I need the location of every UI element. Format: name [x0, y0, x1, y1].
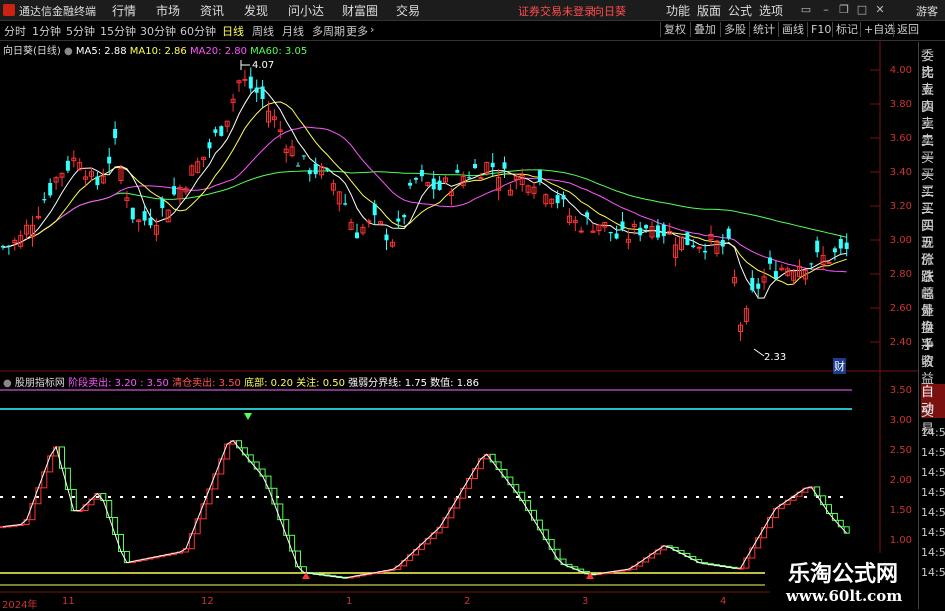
close-icon[interactable]: ✕	[874, 3, 886, 16]
watermark-url: www.60lt.com	[786, 587, 903, 605]
trade-time: 14:56	[921, 426, 945, 439]
minimize-icon[interactable]: –	[820, 3, 832, 16]
x-tick: 1	[346, 596, 353, 607]
period-monthly[interactable]: 月线	[282, 23, 304, 39]
menu-news[interactable]: 资讯	[200, 2, 224, 19]
app-logo-icon	[3, 4, 15, 16]
indicator-legend: ● 股朋指标网 阶段卖出: 3.20 : 3.50 清仓卖出: 3.50 底部:…	[3, 374, 479, 389]
watermark: 乐淘公式网 www.60lt.com	[770, 553, 918, 609]
period-toolbar: 分时 1分钟 5分钟 15分钟 30分钟 60分钟 日线 周线 月线 多周期 更…	[0, 21, 945, 41]
y-tick: 2.40	[889, 337, 912, 348]
btn-f10[interactable]: F10	[807, 22, 834, 37]
period-60min[interactable]: 60分钟	[180, 23, 216, 39]
indicator-name: 股朋指标网	[14, 378, 65, 389]
btn-mark[interactable]: 标记	[832, 22, 861, 37]
x-tick: 12	[201, 596, 214, 607]
legend-dot-icon: ●	[3, 378, 12, 389]
btn-multistock[interactable]: 多股	[720, 22, 749, 37]
btn-adjust[interactable]: 复权	[660, 22, 689, 37]
x-tick: 2	[464, 596, 471, 607]
period-5min[interactable]: 5分钟	[66, 23, 95, 39]
menu-market[interactable]: 市场	[156, 2, 180, 19]
y-tick: 2.60	[889, 303, 912, 314]
menu-ask[interactable]: 问小达	[288, 2, 324, 19]
btn-overlay[interactable]: 叠加	[690, 22, 719, 37]
ind-y-tick: 3.00	[889, 415, 912, 426]
sell-signal-icon	[244, 413, 252, 420]
ind-y-tick: 1.50	[889, 505, 912, 516]
top-menu-bar: 通达信金融终端 行情 市场 资讯 发现 问小达 财富圈 交易 证券交易未登录 向…	[0, 0, 945, 21]
menu-options[interactable]: 选项	[759, 2, 783, 19]
login-status[interactable]: 证券交易未登录	[518, 3, 595, 19]
menu-formula[interactable]: 公式	[728, 2, 752, 19]
period-timeshare[interactable]: 分时	[4, 23, 26, 39]
param-value: 数值: 1.86	[430, 378, 479, 389]
ma20-line	[2, 126, 847, 273]
x-tick: 3	[582, 596, 589, 607]
skin-icon[interactable]: ▭	[800, 3, 812, 16]
trade-time: 14:56	[921, 526, 945, 539]
y-tick: 3.80	[889, 99, 912, 110]
period-15min[interactable]: 15分钟	[100, 23, 136, 39]
more-chevron-icon[interactable]: ›	[370, 23, 374, 36]
low-label: 2.33	[764, 352, 786, 363]
period-multi[interactable]: 多周期	[312, 23, 345, 39]
menu-quotes[interactable]: 行情	[112, 2, 136, 19]
trade-time: 14:56	[921, 546, 945, 559]
param-clear-sell: 清仓卖出: 3.50	[172, 378, 241, 389]
user-guest[interactable]: 游客	[916, 3, 938, 19]
param-divider: 强弱分界线: 1.75	[348, 378, 427, 389]
app-title: 通达信金融终端	[19, 5, 96, 18]
indicator-bars	[0, 440, 850, 579]
trade-time: 14:56	[921, 446, 945, 459]
btn-draw[interactable]: 画线	[778, 22, 807, 37]
btn-stats[interactable]: 统计	[749, 22, 778, 37]
maximize-icon[interactable]: □	[856, 3, 868, 16]
period-30min[interactable]: 30分钟	[140, 23, 176, 39]
trade-time: 14:56	[921, 506, 945, 519]
current-stock: 向日葵	[593, 5, 626, 18]
period-1min[interactable]: 1分钟	[32, 23, 61, 39]
chart-canvas[interactable]: 4.07 2.33	[0, 40, 918, 609]
ind-y-tick: 1.00	[889, 535, 912, 546]
menu-wealth[interactable]: 财富圈	[342, 2, 378, 19]
ind-y-tick: 2.50	[889, 445, 912, 456]
param-stage-sell: 阶段卖出: 3.20 : 3.50	[68, 378, 169, 389]
high-label: 4.07	[252, 60, 274, 71]
menu-discover[interactable]: 发现	[244, 2, 268, 19]
watermark-title: 乐淘公式网	[788, 561, 899, 587]
y-tick: 2.80	[889, 269, 912, 280]
param-focus: 关注: 0.50	[296, 378, 345, 389]
menu-trade[interactable]: 交易	[396, 2, 420, 19]
period-daily[interactable]: 日线	[222, 23, 244, 39]
y-tick: 3.20	[889, 201, 912, 212]
y-tick: 3.60	[889, 133, 912, 144]
y-tick: 4.00	[889, 65, 912, 76]
ind-y-tick: 2.00	[889, 475, 912, 486]
restore-icon[interactable]: ❐	[838, 3, 850, 16]
trade-time: 14:56	[921, 566, 945, 579]
quote-side-panel: 委比 卖五 卖四 卖三 卖二 卖一 买一 买二 买三 买四 买五 现价 涨跌 涨幅 总量 外盘 换手 净资 收益 自…	[918, 42, 945, 609]
trade-time: 14:56	[921, 466, 945, 479]
finance-badge[interactable]: 财	[833, 358, 846, 374]
menu-layout[interactable]: 版面	[697, 2, 721, 19]
ma60-line	[2, 169, 847, 248]
x-tick: 11	[62, 596, 75, 607]
trade-time: 14:56	[921, 486, 945, 499]
panel-label: 收益	[921, 355, 935, 387]
y-tick: 3.40	[889, 167, 912, 178]
ind-y-tick: 3.50	[889, 385, 912, 396]
main-grid	[870, 69, 880, 343]
btn-back[interactable]: 返回	[893, 22, 922, 37]
x-tick: 4	[720, 596, 727, 607]
ma5-line	[2, 87, 847, 299]
y-tick: 3.00	[889, 235, 912, 246]
menu-function[interactable]: 功能	[666, 2, 690, 19]
param-bottom: 底部: 0.20	[244, 378, 293, 389]
period-weekly[interactable]: 周线	[252, 23, 274, 39]
period-more[interactable]: 更多	[346, 23, 368, 39]
